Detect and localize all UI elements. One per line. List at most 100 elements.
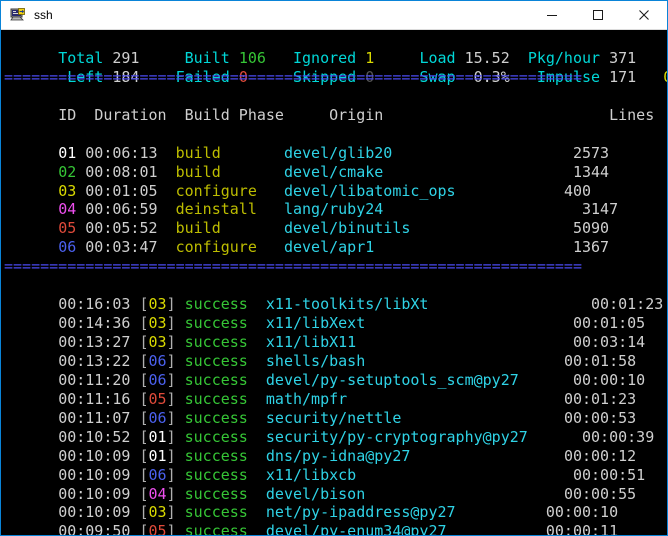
stat-value-impulse: 171 [609,67,637,86]
log-elapsed: 00:01:58 [563,351,637,370]
build-origin: devel/cmake [283,162,384,181]
log-status: success [184,333,248,352]
build-id: 04 [58,200,77,219]
column-header-build-phase: Build Phase [184,105,284,124]
stat-label-total: Total [58,48,104,67]
log-status: success [184,446,248,465]
build-phase: build [175,162,221,181]
log-worker-id: 01 [148,446,167,465]
minimize-button[interactable] [529,1,575,29]
table-header-row: ID Duration Build Phase Origin Lines [1,87,667,124]
log-status: success [184,484,248,503]
maximize-icon [593,10,603,20]
log-elapsed: 00:00:12 [563,446,637,465]
column-header-id: ID [58,105,77,124]
log-elapsed: 00:00:55 [563,484,637,503]
log-elapsed: 00:00:11 [545,522,619,535]
build-origin: devel/glib20 [283,143,393,162]
elapsed-clock: 00:17:08 [663,68,667,86]
log-origin: devel/py-enum34@py27 [265,522,447,535]
log-origin: shells/bash [265,351,366,370]
log-origin: math/mpfr [265,389,348,408]
build-lines: 1344 [572,162,610,181]
log-elapsed: 00:00:39 [582,427,655,446]
build-phase: build [175,219,221,238]
list-item[interactable]: 00:16:03 [03] success x11-toolkits/libXt… [1,276,667,313]
log-elapsed: 00:00:10 [545,503,619,522]
close-button[interactable] [621,1,667,29]
window-title: ssh [34,7,53,22]
log-origin: x11/libX11 [265,333,357,352]
log-origin: devel/py-setuptools_scm@py27 [265,370,519,389]
build-id: 02 [58,162,77,181]
log-worker-id: 04 [148,484,167,503]
log-origin: devel/bison [265,484,366,503]
minimize-icon [547,15,557,16]
stat-value-load: 15.52 [464,48,510,67]
log-status: success [184,465,248,484]
build-duration: 00:03:47 [85,238,158,257]
build-id: 06 [58,238,77,257]
log-time: 00:10:52 [58,427,131,446]
stat-value-built: 106 [238,48,266,67]
log-worker-id: 06 [148,351,167,370]
stat-value-pkghour: 371 [609,48,637,67]
column-header-origin: Origin [329,105,384,124]
log-time: 00:10:09 [58,503,131,522]
log-elapsed: 00:01:05 [572,314,646,333]
table-row[interactable]: 01 00:06:13 build devel/glib20 2573 [1,125,667,162]
build-phase: build [175,143,221,162]
log-time: 00:09:50 [58,522,131,535]
build-duration: 00:06:13 [85,143,158,162]
terminal-screen[interactable]: Total 291 Built 106 Ignored 1 Load 15.52… [1,30,667,535]
log-worker-id: 03 [148,503,167,522]
stat-label-ignored: Ignored [293,48,357,67]
log-elapsed: 00:01:23 [591,295,664,314]
column-header-lines: Lines [609,105,655,124]
stat-value-total: 291 [112,48,140,67]
separator-top: ========================================… [4,67,582,86]
log-status: success [184,427,248,446]
build-origin: devel/libatomic_ops [283,181,456,200]
build-origin: devel/apr1 [283,238,375,257]
log-time: 00:14:36 [58,314,131,333]
log-status: success [184,295,248,314]
build-lines: 3147 [582,200,619,219]
log-worker-id: 03 [148,295,167,314]
close-icon [639,10,649,20]
build-duration: 00:06:59 [85,200,158,219]
log-origin: security/py-cryptography@py27 [265,427,528,446]
log-worker-id: 05 [148,389,167,408]
build-id: 05 [58,219,77,238]
build-phase: deinstall [175,200,257,219]
log-worker-id: 03 [148,314,167,333]
log-worker-id: 06 [148,408,167,427]
build-lines: 400 [563,181,592,200]
log-time: 00:11:16 [58,389,131,408]
build-phase: configure [175,238,257,257]
log-status: success [184,503,248,522]
log-status: success [184,351,248,370]
build-lines: 2573 [572,143,610,162]
log-origin: dns/py-idna@py27 [265,446,411,465]
log-elapsed: 00:00:51 [572,465,646,484]
log-worker-id: 03 [148,333,167,352]
log-time: 00:10:09 [58,465,131,484]
build-duration: 00:05:52 [85,219,158,238]
log-status: success [184,522,248,535]
maximize-button[interactable] [575,1,621,29]
log-time: 00:10:09 [58,446,131,465]
summary-row-1: Total 291 Built 106 Ignored 1 Load 15.52… [1,30,667,67]
build-origin: devel/binutils [283,219,411,238]
window-titlebar[interactable]: ssh [1,1,667,30]
log-status: success [184,408,248,427]
build-lines: 5090 [572,219,610,238]
build-duration: 00:08:01 [85,162,158,181]
log-status: success [184,389,248,408]
log-worker-id: 05 [148,522,167,535]
log-origin: x11-toolkits/libXt [265,295,429,314]
log-worker-id: 06 [148,370,167,389]
log-elapsed: 00:01:23 [563,389,637,408]
log-elapsed: 00:00:53 [563,408,637,427]
separator-bottom: ========================================… [4,257,582,276]
